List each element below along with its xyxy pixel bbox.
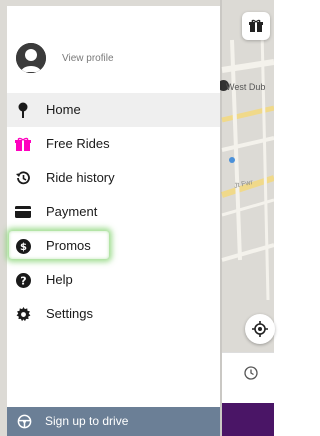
menu-item-settings[interactable]: Settings (7, 297, 220, 331)
menu-item-payment[interactable]: Payment (7, 195, 220, 229)
map-gift-button[interactable] (242, 12, 270, 40)
menu-item-label: Ride history (46, 170, 115, 185)
menu-item-ride-history[interactable]: Ride history (7, 161, 220, 195)
schedule-ride-card[interactable] (222, 352, 274, 403)
map-street-label: West Dub (226, 82, 266, 92)
drawer-shadow (220, 0, 222, 436)
history-icon (15, 170, 31, 186)
menu-item-label: Free Rides (46, 136, 110, 151)
sign-up-to-drive-button[interactable]: Sign up to drive (7, 407, 220, 436)
menu-item-free-rides[interactable]: Free Rides (7, 127, 220, 161)
menu-item-promos[interactable]: $ Promos (7, 229, 220, 263)
location-pin-icon (15, 102, 31, 118)
dollar-badge-icon: $ (15, 238, 31, 254)
menu-item-label: Help (46, 272, 73, 287)
menu-item-label: Promos (46, 238, 91, 253)
menu-item-label: Payment (46, 204, 98, 219)
svg-text:$: $ (20, 242, 27, 253)
question-mark-icon: ? (15, 272, 31, 288)
steering-wheel-icon (17, 414, 32, 434)
profile-header[interactable]: View profile (7, 6, 220, 92)
navigation-drawer: View profile Home Free Rides Ride histor… (7, 6, 220, 436)
gear-icon (15, 306, 31, 322)
user-avatar-icon (16, 43, 46, 73)
crosshair-icon (252, 321, 268, 337)
menu-item-help[interactable]: ? Help (7, 263, 220, 297)
svg-text:?: ? (20, 274, 26, 287)
menu-item-home[interactable]: Home (7, 93, 220, 127)
credit-card-icon (15, 204, 31, 220)
avatar[interactable] (16, 43, 46, 73)
clock-icon (244, 366, 258, 380)
gift-icon (15, 136, 31, 152)
sign-up-label: Sign up to drive (45, 414, 129, 428)
gift-icon (249, 19, 263, 32)
bottom-action-bar[interactable] (222, 403, 274, 436)
menu-item-label: Home (46, 102, 81, 117)
locate-me-button[interactable] (245, 314, 275, 344)
view-profile-link[interactable]: View profile (62, 53, 114, 64)
drawer-menu: Home Free Rides Ride history Payment $ P… (7, 93, 220, 331)
menu-item-label: Settings (46, 306, 93, 321)
